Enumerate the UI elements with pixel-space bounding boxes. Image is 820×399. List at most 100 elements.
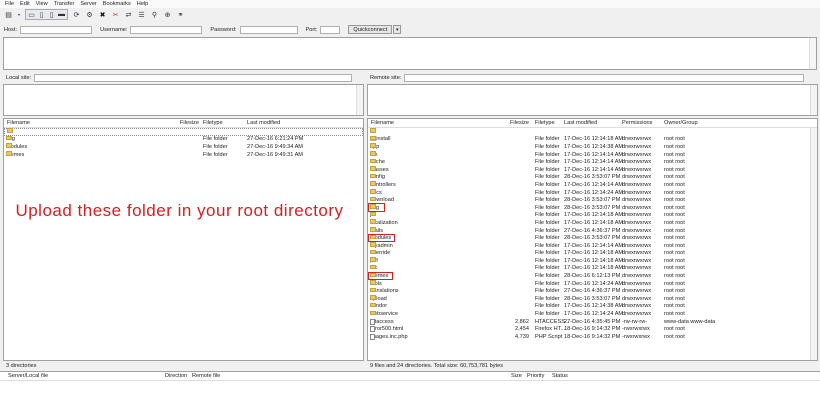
table-row[interactable]: ..: [368, 128, 817, 136]
disconnect-icon[interactable]: ✂: [111, 10, 120, 19]
col-server-local-file[interactable]: Server/Local file: [8, 373, 48, 379]
table-row[interactable]: mails File folder 27-Dec-16 4:36:37 PM drwx…: [368, 227, 817, 235]
owner-cell: root root: [664, 242, 685, 249]
col-priority[interactable]: Priority: [527, 373, 544, 379]
menu-item-help[interactable]: Help: [137, 1, 149, 7]
process-queue-icon[interactable]: ⚙: [85, 10, 94, 19]
dropdown-arrow-icon[interactable]: ▾: [17, 10, 21, 19]
local-tree[interactable]: [3, 84, 364, 116]
table-row[interactable]: pdf File folder 17-Dec-16 12:14:18 AMdrwxr…: [368, 257, 817, 265]
menu-item-file[interactable]: File: [5, 1, 14, 7]
remote-list-scrollbar[interactable]: [810, 128, 817, 360]
binoculars-icon[interactable]: ⚭: [176, 10, 185, 19]
col-filetype[interactable]: Filetype: [535, 120, 555, 126]
table-row[interactable]: themes File folder 27-Dec-16 9:49:31 AM: [4, 151, 363, 159]
table-row[interactable]: download File folder 28-Dec-16 3:53:07 PM d…: [368, 196, 817, 204]
sync-browse-icon[interactable]: ⚲: [150, 10, 159, 19]
table-row[interactable]: bin File folder 17-Dec-16 12:14:14 AMdrwxr…: [368, 151, 817, 159]
col-remote-file[interactable]: Remote file: [192, 373, 220, 379]
table-row[interactable]: controllers File folder 17-Dec-16 12:14:14…: [368, 181, 817, 189]
table-row[interactable]: .htaccess 2,862 HTACCESS... 27-Dec-16 4:35:…: [368, 318, 817, 326]
col-status[interactable]: Status: [552, 373, 568, 379]
col-filesize[interactable]: Filesize: [510, 120, 529, 126]
message-log[interactable]: [3, 37, 817, 70]
filename-text: images.inc.php: [370, 333, 408, 340]
toggle-queue-icon[interactable]: ▬: [57, 10, 66, 19]
username-input[interactable]: [130, 25, 203, 34]
menu-item-bookmarks[interactable]: Bookmarks: [103, 1, 131, 7]
remote-file-list[interactable]: Filename Filesize Filetype Last modified…: [367, 118, 818, 361]
table-row[interactable]: override File folder 17-Dec-16 12:14:18 AM…: [368, 249, 817, 258]
table-row[interactable]: themes File folder 28-Dec-16 6:12:13 PM drw…: [368, 271, 817, 281]
remote-site-input[interactable]: [404, 74, 805, 82]
table-row[interactable]: translations File folder 27-Dec-16 4:36:37…: [368, 287, 817, 295]
table-row[interactable]: localization File folder 17-Dec-16 12:14:1…: [368, 219, 817, 227]
table-row[interactable]: imgFile folder28-Dec-16 3:53:07 PMdrwxrw…: [368, 203, 817, 212]
host-input[interactable]: [20, 25, 93, 34]
table-row[interactable]: ..: [4, 128, 363, 136]
cancel-icon[interactable]: ✖: [98, 10, 107, 19]
owner-cell: root root: [664, 166, 685, 173]
view-toggle-group: ▭ ▯ ▯ ▬: [25, 9, 68, 20]
col-filename[interactable]: Filename: [371, 120, 394, 126]
col-filetype[interactable]: Filetype: [203, 120, 223, 126]
reconnect-icon[interactable]: ⇄: [124, 10, 133, 19]
filter-icon[interactable]: ☰: [137, 10, 146, 19]
menu-item-view[interactable]: View: [36, 1, 48, 7]
log-scrollbar[interactable]: [809, 38, 816, 69]
table-row[interactable]: classes File folder 17-Dec-16 12:14:14 AM d…: [368, 166, 817, 174]
table-row[interactable]: upload File folder 28-Dec-16 3:53:07 PM drw…: [368, 295, 817, 303]
remote-site-label: Remote site:: [370, 75, 402, 81]
table-row[interactable]: tools File folder 17-Dec-16 12:14:24 AMdrw…: [368, 280, 817, 288]
table-row[interactable]: modules File folder 27-Dec-16 9:49:34 AM: [4, 143, 363, 151]
filename-cell: docs: [370, 189, 382, 196]
toggle-local-tree-icon[interactable]: ▯: [37, 10, 46, 19]
password-input[interactable]: [239, 25, 298, 34]
quickconnect-history-icon[interactable]: ▾: [393, 25, 402, 34]
owner-cell: root root: [664, 181, 685, 188]
quickconnect-button[interactable]: Quickconnect: [348, 25, 393, 34]
table-row[interactable]: img File folder 27-Dec-16 6:21:24 PM: [4, 135, 363, 144]
table-row[interactable]: webservice File folder 17-Dec-16 12:14:24 …: [368, 310, 817, 318]
folder-icon: [370, 242, 376, 247]
table-row[interactable]: error500.html 2,454 Firefox HT... 18-Dec-16…: [368, 325, 817, 333]
transfer-queue[interactable]: Server/Local file Direction Remote file …: [0, 371, 820, 399]
remote-tree[interactable]: [367, 84, 818, 116]
remote-tree-scrollbar[interactable]: [810, 85, 817, 115]
menu-item-server[interactable]: Server: [80, 1, 96, 7]
port-input[interactable]: [320, 25, 341, 34]
local-file-list[interactable]: Filename Filesize Filetype Last modified…: [3, 118, 364, 361]
table-row[interactable]: src File folder 17-Dec-16 12:14:18 AMdrwxr…: [368, 264, 817, 273]
toggle-remote-tree-icon[interactable]: ▯: [47, 10, 56, 19]
site-manager-icon[interactable]: ▤: [4, 10, 13, 19]
local-tree-scrollbar[interactable]: [356, 85, 363, 115]
col-filesize[interactable]: Filesize: [180, 120, 199, 126]
table-row[interactable]: docs File folder 17-Dec-16 12:14:24 AMdrwx…: [368, 189, 817, 197]
table-row[interactable]: images.inc.php 4,739 PHP Script 18-Dec-16 9…: [368, 333, 817, 341]
col-modified[interactable]: Last modified: [247, 120, 280, 126]
table-row[interactable]: vendor File folder 17-Dec-16 12:14:38 AM dr…: [368, 302, 817, 311]
table-row[interactable]: cache File folder 17-Dec-16 12:14:14 AM drw…: [368, 158, 817, 166]
filetype-cell: File folder: [203, 143, 228, 150]
col-permissions[interactable]: Permissions: [622, 120, 652, 126]
compare-icon[interactable]: ⊕: [163, 10, 172, 19]
col-size[interactable]: Size: [511, 373, 522, 379]
filename-cell: js: [370, 211, 376, 218]
toggle-log-icon[interactable]: ▭: [27, 10, 36, 19]
local-site-input[interactable]: [34, 74, 353, 82]
col-owner[interactable]: Owner/Group: [664, 120, 698, 126]
table-row[interactable]: app File folder 17-Dec-16 12:14:38 AMdrwxr…: [368, 143, 817, 151]
menu-item-transfer[interactable]: Transfer: [54, 1, 75, 7]
table-row[interactable]: js File folder 17-Dec-16 12:14:18 AMdrwxrw…: [368, 211, 817, 220]
table-row[interactable]: __install File folder 17-Dec-16 12:14:18 A…: [368, 135, 817, 144]
table-row[interactable]: myadmin File folder 17-Dec-16 12:14:14 AM d…: [368, 242, 817, 250]
filetype-cell: File folder: [535, 212, 560, 219]
col-direction[interactable]: Direction: [165, 373, 187, 379]
col-modified[interactable]: Last modified: [564, 120, 597, 126]
table-row[interactable]: config File folder 28-Dec-16 3:53:07 PM drw…: [368, 173, 817, 182]
refresh-icon[interactable]: ⟳: [72, 10, 81, 19]
modified-cell: 17-Dec-16 12:14:18 AM: [564, 250, 624, 257]
table-row[interactable]: modules File folder 28-Dec-16 3:53:07 PM dr…: [368, 233, 817, 243]
col-filename[interactable]: Filename: [7, 120, 30, 126]
menu-item-edit[interactable]: Edit: [20, 1, 30, 7]
